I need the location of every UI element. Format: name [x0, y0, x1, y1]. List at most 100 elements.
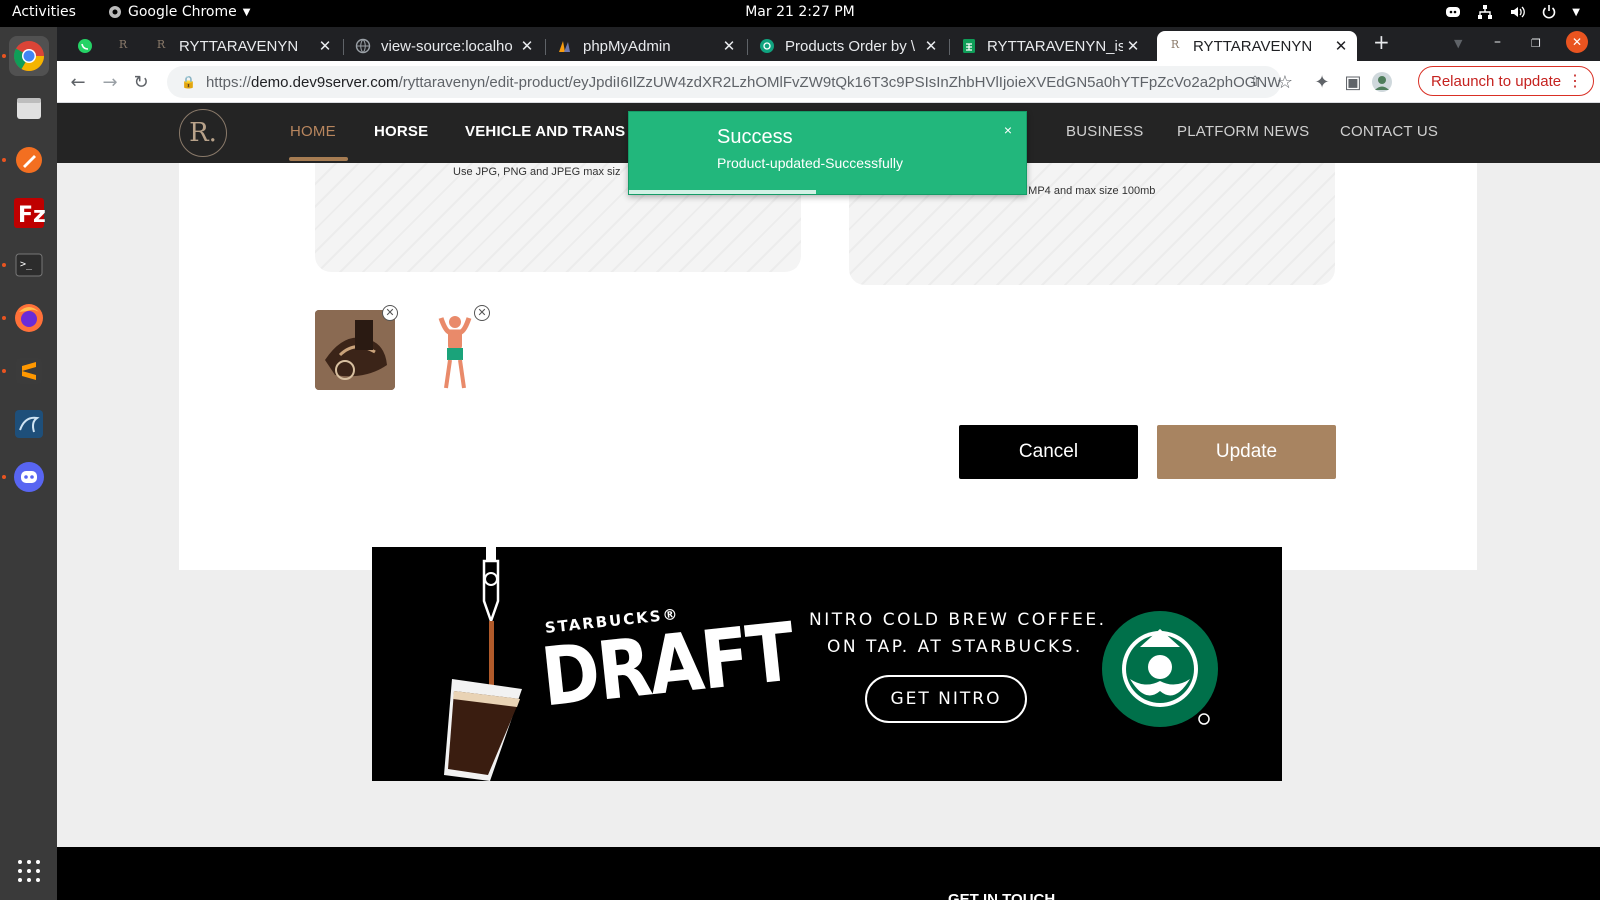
toast-message: Product-updated-Successfully: [717, 155, 903, 171]
relaunch-to-update-button[interactable]: Relaunch to update ⋮: [1418, 66, 1594, 96]
dock-mysql-workbench[interactable]: [9, 404, 49, 444]
files-icon: [17, 98, 41, 119]
tab-close-icon[interactable]: ✕: [921, 37, 941, 55]
dock-text-editor[interactable]: [9, 140, 49, 180]
firefox-icon: [15, 304, 43, 332]
cancel-button[interactable]: Cancel: [959, 425, 1138, 479]
side-panel-icon[interactable]: ▣: [1341, 70, 1365, 94]
lock-icon[interactable]: 🔒: [181, 75, 196, 89]
tab-close-icon[interactable]: ✕: [1331, 37, 1351, 55]
r-logo-icon: R: [156, 38, 166, 51]
toast-close-icon[interactable]: ×: [1004, 122, 1012, 138]
tab-close-icon[interactable]: ✕: [315, 37, 335, 55]
globe-icon: [355, 38, 371, 54]
tab-phpmyadmin[interactable]: phpMyAdmin ✕: [547, 31, 745, 61]
tab-ryttaravenyn-sheet[interactable]: RYTTARAVENYN_is ✕: [951, 31, 1149, 61]
toast-progress-bar: [629, 190, 816, 194]
tab-separator: [545, 39, 546, 55]
tab-close-icon[interactable]: ✕: [517, 37, 537, 55]
dock-firefox[interactable]: [9, 298, 49, 338]
tab-strip: R R RYTTARAVENYN ✕ view-source:localho ✕…: [57, 27, 1600, 61]
edit-product-form: Use JPG, PNG and JPEG max siz e MP4 and …: [179, 163, 1477, 570]
restore-icon[interactable]: ❐: [1531, 37, 1541, 50]
ad-tagline-1: NITRO COLD BREW COFFEE.: [809, 610, 1107, 630]
url-host: demo.dev9server.com: [250, 73, 399, 91]
dock-discord[interactable]: [9, 457, 49, 497]
tab-search-icon[interactable]: ▼: [1454, 37, 1462, 50]
chrome-small-icon: [109, 6, 121, 18]
tab-close-icon[interactable]: ✕: [1123, 37, 1143, 55]
tab-ryttaravenyn-1[interactable]: R RYTTARAVENYN ✕: [143, 31, 341, 61]
tab-ryttaravenyn-active[interactable]: R RYTTARAVENYN ✕: [1157, 31, 1357, 61]
dock-terminal[interactable]: >_: [9, 245, 49, 285]
muscle-man-image: [438, 316, 472, 389]
share-icon[interactable]: ⇧: [1243, 70, 1267, 94]
site-logo[interactable]: R.: [179, 109, 227, 157]
svg-text:Fz: Fz: [18, 203, 45, 228]
nav-contact-us[interactable]: CONTACT US: [1340, 123, 1438, 140]
nav-horse[interactable]: HORSE: [374, 123, 428, 140]
grid-icon: [18, 860, 40, 882]
web-page: R. HOME HORSE VEHICLE AND TRANS MS BUSIN…: [57, 103, 1600, 900]
running-indicator: [2, 316, 6, 320]
dock: Fz >_: [0, 27, 57, 900]
nav-business[interactable]: BUSINESS: [1066, 123, 1143, 140]
nav-home[interactable]: HOME: [290, 123, 336, 140]
forward-icon[interactable]: →: [98, 70, 122, 94]
saddle-image: [315, 310, 395, 390]
running-indicator: [2, 263, 6, 267]
starbucks-logo-icon: [1102, 611, 1218, 727]
running-indicator: [2, 158, 6, 162]
volume-icon[interactable]: [1508, 3, 1526, 21]
url-path: /ryttaravenyn/edit-product/eyJpdiI6IlZzU…: [398, 73, 1281, 91]
running-indicator: [2, 369, 6, 373]
remove-image-icon[interactable]: ✕: [474, 305, 490, 321]
activities-button[interactable]: Activities: [12, 4, 76, 20]
tab-ryttaravenyn-pinned[interactable]: R: [105, 31, 141, 61]
new-tab-button[interactable]: +: [1373, 30, 1390, 54]
nav-vehicle-and-transport[interactable]: VEHICLE AND TRANS: [465, 123, 625, 140]
ad-cta-button[interactable]: GET NITRO: [865, 675, 1027, 723]
text-editor-icon: [16, 147, 42, 173]
caret-down-icon[interactable]: ▼: [1572, 7, 1580, 18]
minimize-icon[interactable]: –: [1494, 34, 1501, 50]
remove-image-icon[interactable]: ✕: [382, 305, 398, 321]
dock-show-apps[interactable]: [9, 851, 49, 891]
back-icon[interactable]: ←: [66, 70, 90, 94]
tab-products-order[interactable]: Products Order by \ ✕: [749, 31, 947, 61]
dock-filezilla[interactable]: Fz: [9, 193, 49, 233]
tab-separator: [343, 39, 344, 55]
dock-chrome[interactable]: [9, 36, 49, 76]
toast-title: Success: [717, 126, 793, 148]
discord-tray-icon[interactable]: [1444, 3, 1462, 21]
address-bar[interactable]: 🔒 https://demo.dev9server.com/ryttaraven…: [167, 66, 1281, 98]
close-window-icon[interactable]: ✕: [1566, 31, 1588, 53]
dock-files[interactable]: [9, 88, 49, 128]
browser-toolbar: ← → ↻ 🔒 https://demo.dev9server.com/rytt…: [57, 61, 1600, 103]
more-menu-icon[interactable]: ⋮: [1567, 71, 1583, 91]
sublime-text-icon: [16, 358, 42, 384]
video-upload-hint: e MP4 and max size 100mb: [1019, 185, 1156, 197]
tab-whatsapp[interactable]: [67, 31, 103, 61]
bookmark-star-icon[interactable]: ☆: [1273, 70, 1297, 94]
profile-avatar-icon[interactable]: [1370, 70, 1394, 94]
app-menu[interactable]: Google Chrome ▼: [108, 4, 250, 20]
extensions-puzzle-icon[interactable]: ✦: [1310, 70, 1334, 94]
chrome-icon: [13, 41, 45, 72]
terminal-icon: >_: [15, 253, 43, 277]
tab-separator: [949, 39, 950, 55]
power-icon[interactable]: [1540, 3, 1558, 21]
tab-view-source[interactable]: view-source:localho ✕: [345, 31, 543, 61]
starbucks-ad-banner[interactable]: STARBUCKS® DRAFT NITRO COLD BREW COFFEE.…: [372, 547, 1282, 781]
nav-platform-news[interactable]: PLATFORM NEWS: [1177, 123, 1309, 140]
network-icon[interactable]: [1476, 3, 1494, 21]
update-button[interactable]: Update: [1157, 425, 1336, 479]
beer-tap-glass-icon: [444, 547, 522, 781]
system-tray[interactable]: ▼: [1444, 3, 1580, 21]
r-logo-icon: R: [118, 38, 128, 51]
url-scheme: https://: [205, 73, 251, 91]
tab-close-icon[interactable]: ✕: [719, 37, 739, 55]
image-upload-hint: Use JPG, PNG and JPEG max siz: [453, 166, 621, 178]
dock-sublime[interactable]: [9, 351, 49, 391]
reload-icon[interactable]: ↻: [129, 70, 153, 94]
